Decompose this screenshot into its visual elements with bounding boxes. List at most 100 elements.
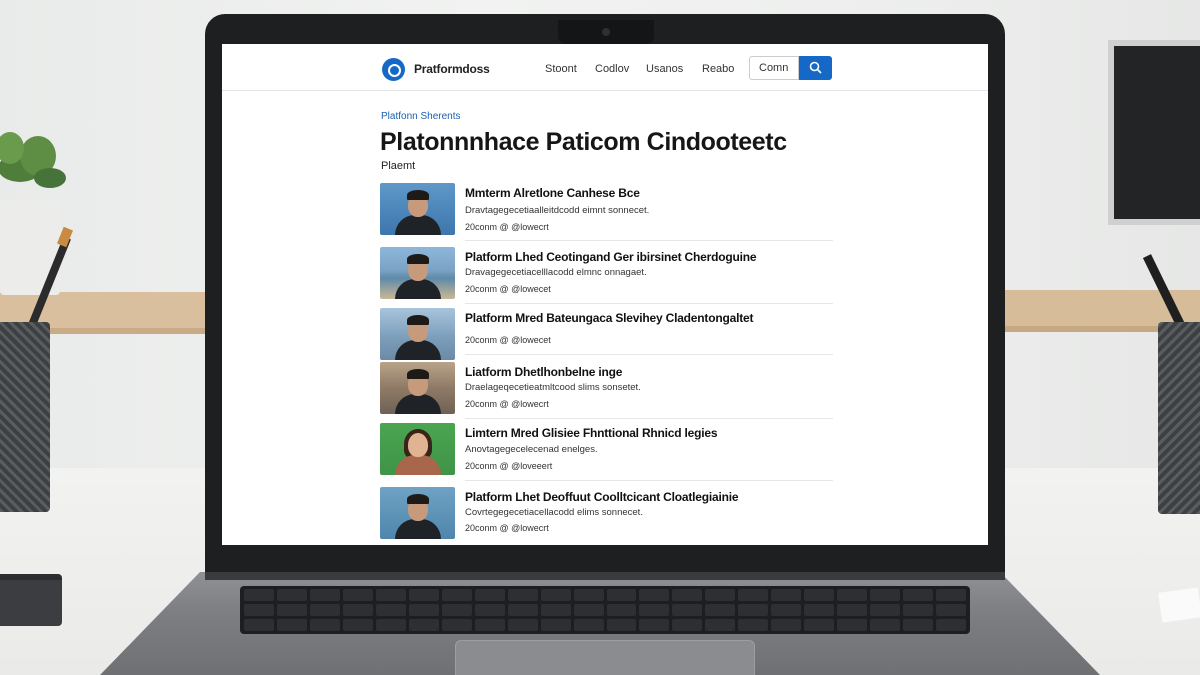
keyboard-key xyxy=(375,619,406,631)
keyboard-key xyxy=(342,589,373,601)
pen-holder-left xyxy=(0,322,50,512)
avatar[interactable] xyxy=(380,423,455,475)
item-meta: 20conm @ @loveeert xyxy=(465,461,553,471)
list-item[interactable]: Mmterm Alretlone Canhese Bce Dravtagegec… xyxy=(380,183,833,243)
item-title[interactable]: Mmterm Alretlone Canhese Bce xyxy=(465,186,640,200)
divider xyxy=(465,303,833,304)
nav-item-2[interactable]: Codlov xyxy=(595,63,629,75)
keyboard-key xyxy=(408,589,439,601)
keyboard-key xyxy=(870,604,901,616)
laptop-trackpad xyxy=(455,640,755,675)
keyboard-key xyxy=(540,589,571,601)
keyboard-key xyxy=(507,604,538,616)
keyboard-key xyxy=(771,619,802,631)
item-meta: 20conm @ @lowecrt xyxy=(465,399,549,409)
avatar[interactable] xyxy=(380,362,455,414)
keyboard-key xyxy=(441,619,472,631)
nav-item-4[interactable]: Reabo xyxy=(702,63,734,75)
keyboard-key xyxy=(507,589,538,601)
keyboard-key xyxy=(837,619,868,631)
keyboard-key xyxy=(474,604,505,616)
keyboard-key xyxy=(606,619,637,631)
item-description: Anovtagegecelecenad enelges. xyxy=(465,444,598,455)
keyboard-key xyxy=(375,589,406,601)
list-item[interactable]: Liatform Dhetlhonbelne inge Draelageqece… xyxy=(380,362,833,422)
keyboard-key xyxy=(276,619,307,631)
list-item[interactable]: Limtern Mred Glisiee Fhnttional Rhnicd l… xyxy=(380,423,833,483)
page-subtitle: Plaemt xyxy=(381,160,416,172)
keyboard-key xyxy=(672,589,703,601)
list-item[interactable]: Platform Lhed Ceotingand Ger ibirsinet C… xyxy=(380,247,833,307)
search-button[interactable] xyxy=(799,56,832,80)
keyboard-key xyxy=(936,589,966,601)
keyboard-key xyxy=(244,604,274,616)
item-meta: 20conm @ @lowecet xyxy=(465,284,551,294)
keyboard-key xyxy=(573,589,604,601)
item-title[interactable]: Limtern Mred Glisiee Fhnttional Rhnicd l… xyxy=(465,426,718,440)
item-description: Dravtagegecetiaalleitdcodd eimnt sonnece… xyxy=(465,205,650,216)
avatar[interactable] xyxy=(380,308,455,360)
list-item[interactable]: Platform Mred Bateungaca Slevihey Claden… xyxy=(380,308,833,368)
keyboard-key xyxy=(903,604,934,616)
keyboard-key xyxy=(540,619,571,631)
keyboard-key xyxy=(672,619,703,631)
divider xyxy=(465,240,833,241)
list-item[interactable]: Platform Lhet Deoffuut Coolltcicant Cloa… xyxy=(380,487,833,545)
camera-icon xyxy=(602,28,610,36)
keyboard-key xyxy=(672,604,703,616)
laptop-screen: Pratformdoss Stoont Codlov Usanos Reabo … xyxy=(222,44,988,545)
keyboard-key xyxy=(309,604,340,616)
item-title[interactable]: Platform Lhed Ceotingand Ger ibirsinet C… xyxy=(465,250,757,264)
keyboard-key xyxy=(276,604,307,616)
laptop-keyboard xyxy=(240,586,970,634)
site-header: Pratformdoss Stoont Codlov Usanos Reabo … xyxy=(222,44,988,91)
keyboard-key xyxy=(771,589,802,601)
avatar[interactable] xyxy=(380,183,455,235)
keyboard-key xyxy=(705,619,736,631)
item-description: Dravagegecetiacelllacodd elmnc onnagaet. xyxy=(465,267,647,278)
keyboard-key xyxy=(936,604,966,616)
keyboard-key xyxy=(738,604,769,616)
keyboard-key xyxy=(276,589,307,601)
keyboard-key xyxy=(837,589,868,601)
keyboard-key xyxy=(573,604,604,616)
paper-sheet xyxy=(1158,587,1200,623)
notebook xyxy=(0,574,62,626)
keyboard-key xyxy=(375,604,406,616)
keyboard-key xyxy=(606,604,637,616)
keyboard-key xyxy=(507,619,538,631)
item-meta: 20conm @ @lowecet xyxy=(465,335,551,345)
avatar[interactable] xyxy=(380,247,455,299)
item-title[interactable]: Platform Mred Bateungaca Slevihey Claden… xyxy=(465,311,753,325)
laptop-hinge xyxy=(205,572,1005,580)
item-description: Covrtegegecetiacellacodd elims sonnecet. xyxy=(465,507,643,518)
keyboard-key xyxy=(573,619,604,631)
item-title[interactable]: Liatform Dhetlhonbelne inge xyxy=(465,365,622,379)
keyboard-key xyxy=(408,604,439,616)
nav-item-1[interactable]: Stoont xyxy=(545,63,577,75)
plant-icon xyxy=(0,132,66,188)
brand-name[interactable]: Pratformdoss xyxy=(414,62,490,76)
keyboard-key xyxy=(639,604,670,616)
keyboard-key xyxy=(606,589,637,601)
item-meta: 20conm @ @lowecrt xyxy=(465,222,549,232)
search-input[interactable]: Comn xyxy=(749,56,799,80)
divider xyxy=(465,354,833,355)
keyboard-key xyxy=(408,619,439,631)
avatar[interactable] xyxy=(380,487,455,539)
search-icon xyxy=(809,61,822,74)
keyboard-key xyxy=(540,604,571,616)
keyboard-key xyxy=(837,604,868,616)
item-title[interactable]: Platform Lhet Deoffuut Coolltcicant Cloa… xyxy=(465,490,739,504)
breadcrumb[interactable]: Platfonn Sherents xyxy=(381,111,461,122)
brand-logo-icon[interactable] xyxy=(382,58,405,81)
keyboard-key xyxy=(244,619,274,631)
keyboard-key xyxy=(738,619,769,631)
keyboard-key xyxy=(804,589,835,601)
keyboard-key xyxy=(903,619,934,631)
keyboard-key xyxy=(342,604,373,616)
keyboard-key xyxy=(441,604,472,616)
nav-item-3[interactable]: Usanos xyxy=(646,63,683,75)
keyboard-key xyxy=(804,604,835,616)
keyboard-key xyxy=(639,619,670,631)
